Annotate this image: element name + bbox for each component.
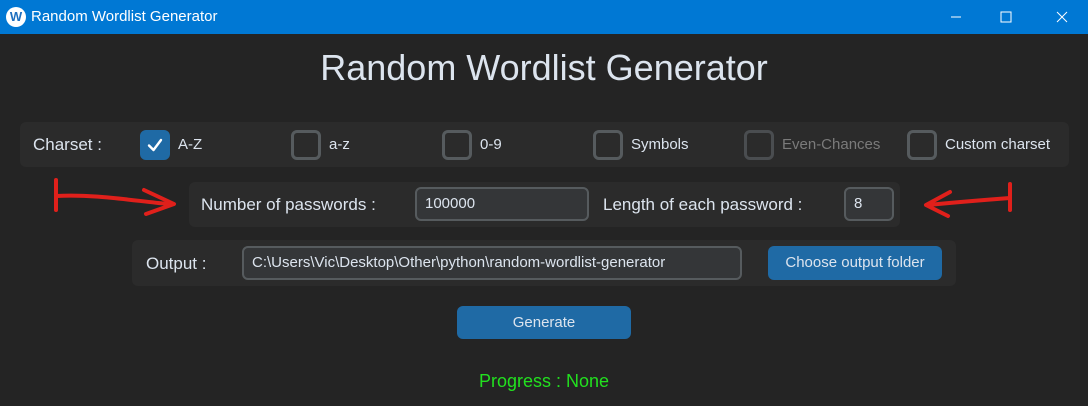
generate-button[interactable]: Generate [457,306,631,339]
choose-output-folder-button[interactable]: Choose output folder [768,246,942,280]
number-of-passwords-input[interactable]: 100000 [415,187,589,221]
progress-status: Progress : None [478,371,610,391]
output-label: Output : [146,254,207,273]
title-bar: W Random Wordlist Generator [0,0,1088,34]
maximize-button[interactable] [980,0,1032,34]
charset-label: Charset : [33,135,102,154]
checkbox-even-chances-label: Even-Chances [782,136,881,153]
checkbox-custom-charset-label[interactable]: Custom charset [945,136,1050,153]
checkbox-0-9[interactable] [442,130,472,160]
checkbox-lower-a-z-label[interactable]: a-z [329,136,350,153]
checkbox-custom-charset[interactable] [907,130,937,160]
maximize-icon [1000,11,1012,23]
checkbox-a-z[interactable] [140,130,170,160]
minimize-icon [951,16,961,18]
checkbox-even-chances [744,130,774,160]
checkbox-symbols[interactable] [593,130,623,160]
page-title: Random Wordlist Generator [320,47,768,88]
left-annotation-arrow-icon [54,178,176,216]
output-path-input[interactable]: C:\Users\Vic\Desktop\Other\python\random… [242,246,742,280]
password-length-label: Length of each password : [603,195,803,214]
params-frame: Number of passwords : 100000 Length of e… [189,182,900,227]
window-title: Random Wordlist Generator [31,8,218,25]
checkbox-lower-a-z[interactable] [291,130,321,160]
close-button[interactable] [1036,0,1088,34]
number-of-passwords-label: Number of passwords : [201,195,376,214]
checkbox-symbols-label[interactable]: Symbols [631,136,689,153]
w-logo-icon: W [6,7,26,27]
charset-frame: Charset : A-Z a-z 0-9 Symbols Even-Chanc… [20,122,1069,167]
checkmark-icon [147,138,163,152]
output-frame: Output : C:\Users\Vic\Desktop\Other\pyth… [132,240,956,286]
checkbox-a-z-label[interactable]: A-Z [178,136,202,153]
close-icon [1056,11,1068,23]
right-annotation-arrow-icon [924,182,1012,218]
minimize-button[interactable] [930,0,982,34]
password-length-input[interactable]: 8 [844,187,894,221]
checkbox-0-9-label[interactable]: 0-9 [480,136,502,153]
